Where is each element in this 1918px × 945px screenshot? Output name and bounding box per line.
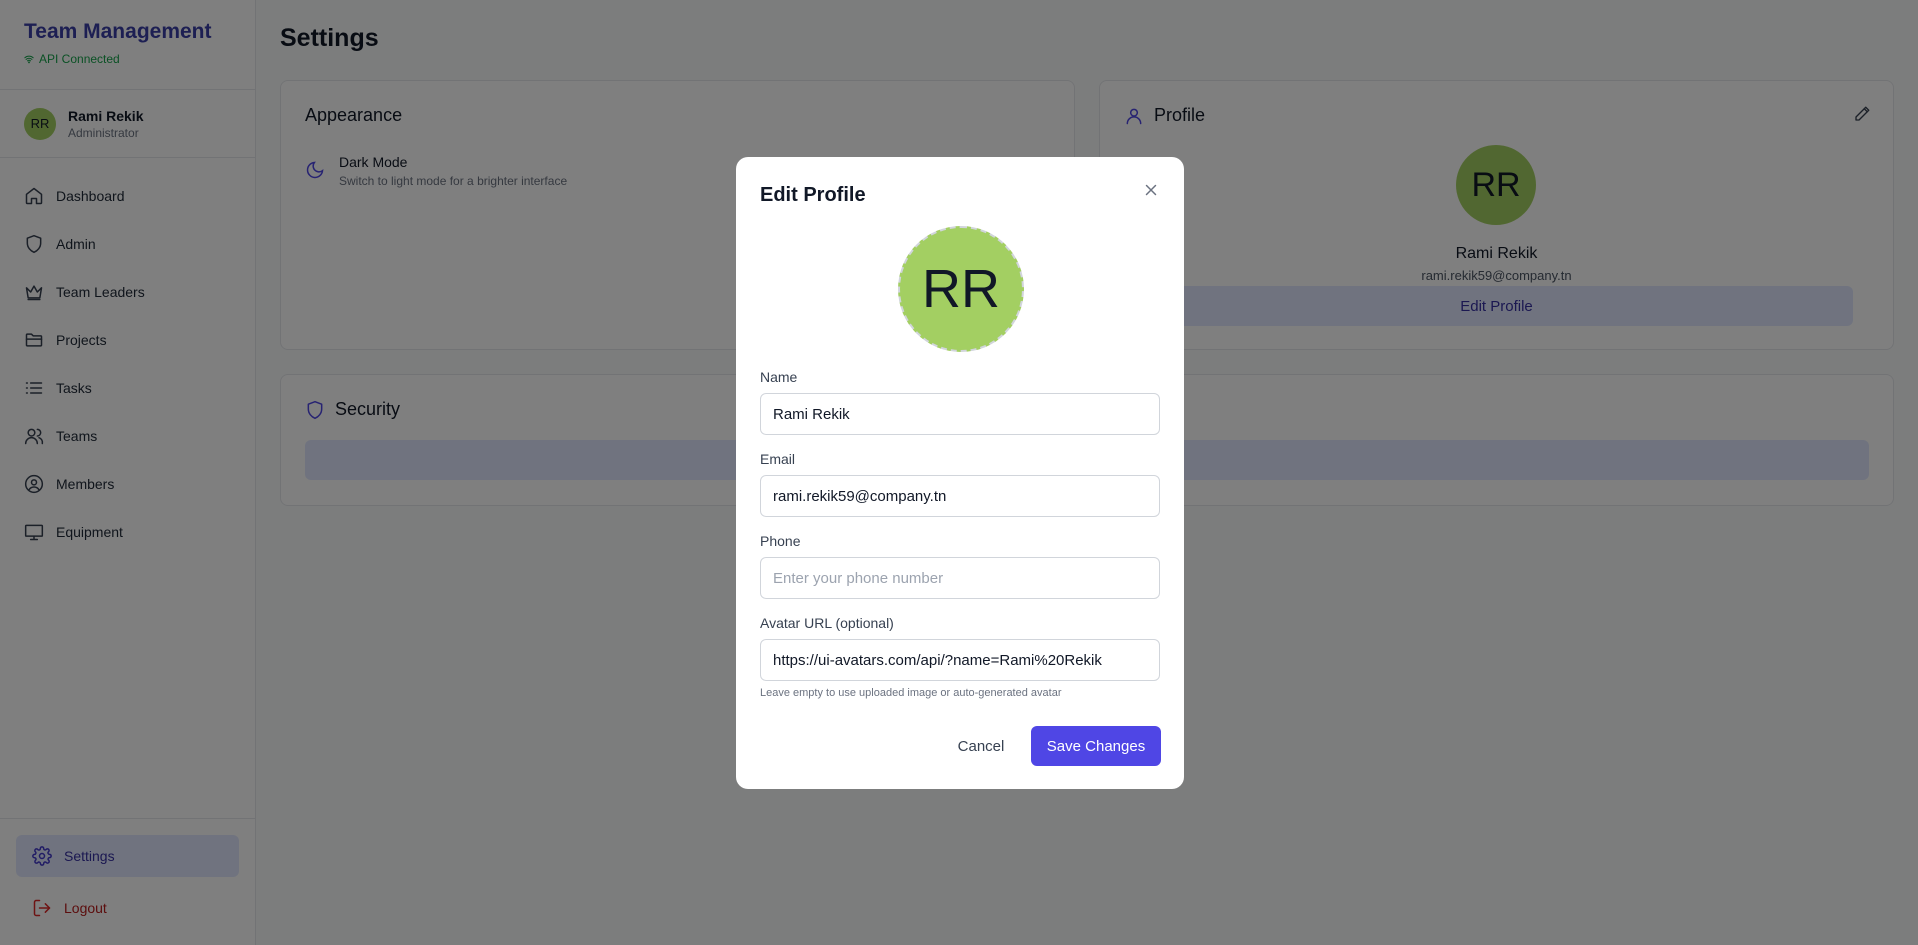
- close-button[interactable]: [1142, 181, 1162, 201]
- name-label: Name: [760, 369, 798, 385]
- avatar-upload[interactable]: RR: [898, 226, 1024, 352]
- avatar-url-field[interactable]: [760, 639, 1160, 681]
- close-icon: [1145, 184, 1157, 196]
- phone-label: Phone: [760, 533, 801, 549]
- modal-title: Edit Profile: [760, 184, 866, 206]
- phone-field[interactable]: [760, 557, 1160, 599]
- avatar-url-label: Avatar URL (optional): [760, 615, 894, 631]
- email-label: Email: [760, 451, 796, 467]
- save-button[interactable]: Save Changes: [1031, 726, 1161, 766]
- edit-profile-modal: Edit Profile RR Name Email Phone Avatar …: [736, 157, 1184, 789]
- cancel-button[interactable]: Cancel: [946, 726, 1016, 766]
- avatar-url-help: Leave empty to use uploaded image or aut…: [760, 687, 1062, 699]
- email-field[interactable]: [760, 475, 1160, 517]
- name-field[interactable]: [760, 393, 1160, 435]
